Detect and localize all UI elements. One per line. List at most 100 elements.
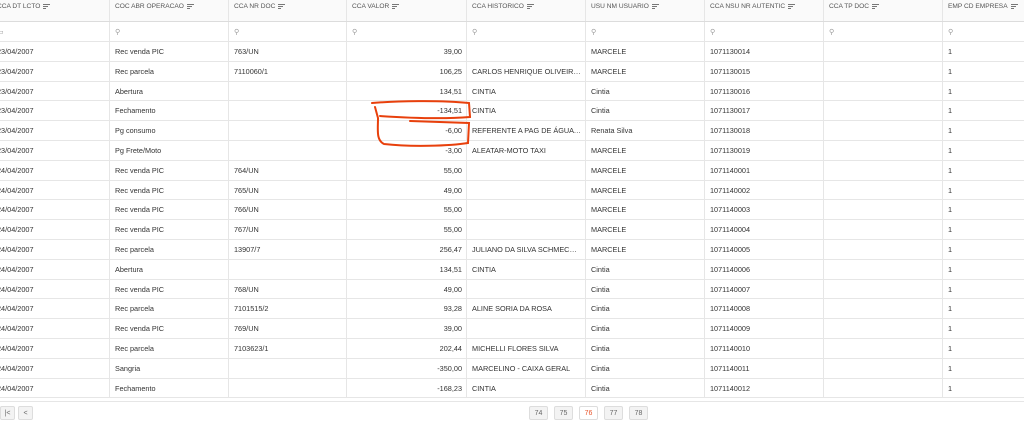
- column-header-usu-nm-usuario[interactable]: USU NM USUARIO: [586, 0, 705, 21]
- table-row[interactable]: 23/04/2007 Pg consumo -6,00 REFERENTE A PAG…: [0, 121, 1024, 141]
- table-cell: 1: [948, 47, 953, 56]
- sort-icon[interactable]: [392, 3, 400, 9]
- page-button[interactable]: 77: [604, 406, 623, 420]
- table-cell: 24/04/2007: [0, 358, 110, 378]
- search-icon: ⚲: [591, 29, 597, 36]
- filter-field[interactable]: ⚲: [229, 22, 347, 41]
- table-cell: 765/UN: [229, 180, 347, 200]
- table-cell: 106,25: [347, 61, 467, 81]
- table-row[interactable]: 23/04/2007 Rec venda PIC 763/UN 39,00 MARCEL…: [0, 42, 1024, 62]
- filter-field[interactable]: ⚲: [110, 22, 229, 41]
- column-header-coc-abr-operacao[interactable]: COC ABR OPERACAO: [110, 0, 229, 21]
- table-cell: 1071140005: [705, 239, 824, 259]
- search-icon: ⚲: [234, 29, 240, 36]
- column-header-label: CCA VALOR: [352, 3, 390, 10]
- table-cell: 769/UN: [229, 319, 347, 338]
- table-cell: MARCELE: [586, 239, 705, 259]
- sort-icon[interactable]: [186, 3, 194, 9]
- table-row[interactable]: 24/04/2007 Abertura 134,51 CINTIA Cintia 1071…: [0, 259, 1024, 280]
- table-cell: 24/04/2007: [0, 279, 110, 299]
- table-row[interactable]: 24/04/2007 Rec venda PIC 767/UN 55,00 MARCEL…: [0, 220, 1024, 240]
- table-cell: 55,00: [347, 220, 467, 239]
- filter-field[interactable]: ⚲: [824, 22, 943, 41]
- table-cell: [824, 259, 943, 279]
- table-cell: 1: [948, 225, 953, 235]
- prev-page-button[interactable]: <: [18, 406, 33, 420]
- filter-field[interactable]: ⚲: [467, 22, 586, 41]
- column-header-cca-valor[interactable]: CCA VALOR: [347, 0, 467, 21]
- table-row[interactable]: 24/04/2007 Rec venda PIC 765/UN 49,00 MARCEL…: [0, 180, 1024, 201]
- table-cell: 24/04/2007: [0, 299, 110, 319]
- table-cell: Rec venda PIC: [110, 279, 229, 299]
- sort-icon[interactable]: [1010, 3, 1018, 9]
- grid-body: 23/04/2007 Rec venda PIC 763/UN 39,00 MARCEL…: [0, 42, 1024, 399]
- column-header-emp-cd-empresa[interactable]: EMP CD EMPRESA: [943, 0, 1024, 21]
- table-cell: [467, 160, 586, 180]
- table-cell: [824, 101, 943, 121]
- table-cell: 49,00: [347, 180, 467, 200]
- table-cell: 55,00: [347, 160, 467, 180]
- filter-field[interactable]: ⚲: [586, 22, 705, 41]
- column-header-cca-nsu-nr-autentic[interactable]: CCA NSU NR AUTENTIC: [705, 0, 824, 21]
- table-cell: -134,51: [347, 101, 467, 121]
- table-row[interactable]: 24/04/2007 Rec venda PIC 768/UN 49,00 Cintia…: [0, 279, 1024, 300]
- sort-icon[interactable]: [43, 3, 51, 9]
- column-header-cca-tp-doc[interactable]: CCA TP DOC: [824, 0, 943, 21]
- table-cell: Cintia: [586, 81, 705, 101]
- table-row[interactable]: 23/04/2007 Fechamento -134,51 CINTIA Cintia 1…: [0, 101, 1024, 122]
- sort-icon[interactable]: [872, 3, 880, 9]
- table-row[interactable]: 24/04/2007 Rec parcela 13907/7 256,47 JULIAN…: [0, 239, 1024, 260]
- search-icon: ⚲: [948, 29, 954, 36]
- column-header-label: COC ABR OPERACAO: [115, 3, 184, 10]
- sort-icon[interactable]: [526, 3, 534, 9]
- table-row[interactable]: 24/04/2007 Rec parcela 7101515/2 93,28 ALINE…: [0, 299, 1024, 320]
- table-cell: 1071140010: [705, 338, 824, 358]
- table-cell: 24/04/2007: [0, 319, 110, 338]
- date-filter-field[interactable]: ▭: [0, 22, 110, 41]
- first-page-button[interactable]: |<: [0, 406, 15, 420]
- table-cell: Rec venda PIC: [110, 200, 229, 220]
- page-button[interactable]: 74: [529, 406, 548, 420]
- table-row[interactable]: 23/04/2007 Abertura 134,51 CINTIA Cintia 1071…: [0, 81, 1024, 102]
- table-cell: 24/04/2007: [0, 338, 110, 358]
- table-cell: [467, 319, 586, 338]
- sort-icon[interactable]: [278, 3, 286, 9]
- table-cell: [824, 200, 943, 220]
- table-row[interactable]: 24/04/2007 Rec venda PIC 769/UN 39,00 Cintia…: [0, 319, 1024, 339]
- filter-field[interactable]: ⚲: [347, 22, 467, 41]
- table-row[interactable]: 24/04/2007 Rec venda PIC 766/UN 55,00 MARCEL…: [0, 200, 1024, 221]
- table-cell: 1: [948, 205, 953, 215]
- table-cell: 7110060/1: [229, 61, 347, 81]
- filter-field[interactable]: ⚲: [705, 22, 824, 41]
- table-row[interactable]: 24/04/2007 Fechamento -168,23 CINTIA Cintia 1…: [0, 378, 1024, 399]
- sort-icon[interactable]: [788, 3, 796, 9]
- table-row[interactable]: 23/04/2007 Pg Frete/Moto -3,00 ALEATAR-MOTO…: [0, 140, 1024, 161]
- table-cell: 55,00: [347, 200, 467, 220]
- column-header-cca-dt-lcto[interactable]: CCA DT LCTO: [0, 0, 110, 21]
- table-cell: Sangria: [110, 358, 229, 378]
- table-cell: 1: [948, 284, 953, 294]
- table-cell: MICHELLI FLORES SILVA: [467, 338, 586, 358]
- page-button[interactable]: 75: [554, 406, 573, 420]
- table-cell: 1: [948, 66, 953, 76]
- table-cell: CINTIA: [467, 378, 586, 398]
- table-cell: Cintia: [586, 299, 705, 319]
- table-cell: MARCELE: [586, 61, 705, 81]
- table-cell: Pg consumo: [110, 121, 229, 140]
- column-header-label: CCA NSU NR AUTENTIC: [710, 3, 786, 10]
- table-cell: 23/04/2007: [0, 121, 110, 140]
- sort-icon[interactable]: [651, 3, 659, 9]
- table-cell: 1071130018: [705, 121, 824, 140]
- page-button[interactable]: 78: [629, 406, 648, 420]
- table-row[interactable]: 24/04/2007 Rec venda PIC 764/UN 55,00 MARCEL…: [0, 160, 1024, 181]
- table-cell: Pg Frete/Moto: [110, 140, 229, 160]
- table-row[interactable]: 24/04/2007 Sangria -350,00 MARCELINO - CAIX…: [0, 358, 1024, 379]
- grid-header-row: CCA DT LCTO COC ABR OPERACAO CCA NR DOC CCA…: [0, 0, 1024, 22]
- filter-field[interactable]: ⚲: [943, 22, 1024, 41]
- column-header-cca-historico[interactable]: CCA HISTORICO: [467, 0, 586, 21]
- table-cell: Renata Silva: [586, 121, 705, 140]
- table-row[interactable]: 24/04/2007 Rec parcela 7103623/1 202,44 MICH…: [0, 338, 1024, 359]
- page-button[interactable]: 76: [579, 406, 598, 420]
- column-header-cca-nr-doc[interactable]: CCA NR DOC: [229, 0, 347, 21]
- table-row[interactable]: 23/04/2007 Rec parcela 7110060/1 106,25 CARL…: [0, 61, 1024, 82]
